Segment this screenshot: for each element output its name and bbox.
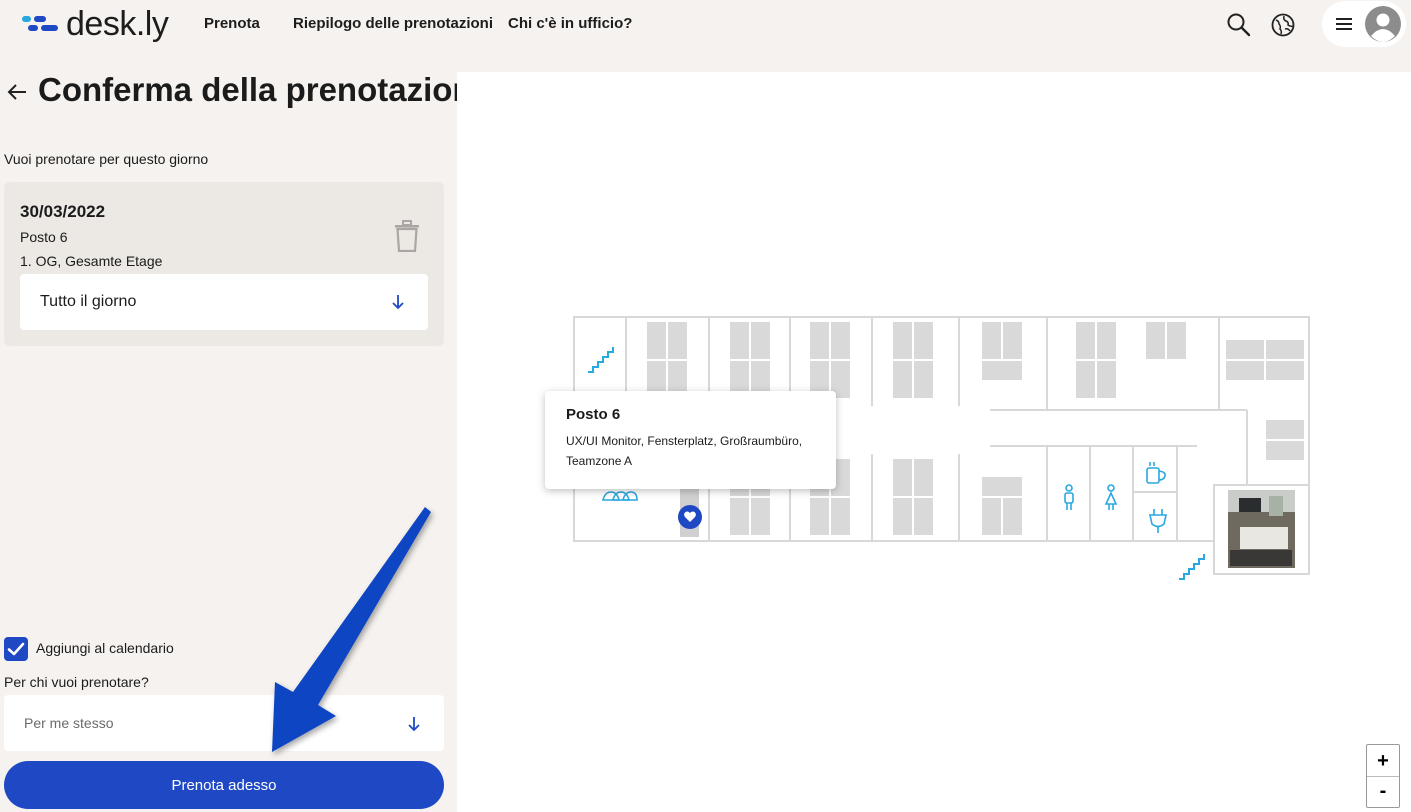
time-select-value: Tutto il giorno: [40, 293, 137, 310]
zoom-in-button[interactable]: +: [1367, 746, 1399, 776]
booking-seat: Posto 6: [20, 229, 68, 245]
search-icon[interactable]: [1226, 12, 1252, 38]
avatar-icon: [1365, 6, 1401, 42]
user-menu-button[interactable]: [1322, 1, 1406, 47]
back-arrow-icon[interactable]: [6, 82, 28, 102]
calendar-label: Aggiungi al calendario: [36, 640, 174, 656]
booking-date: 30/03/2022: [20, 202, 106, 221]
globe-icon[interactable]: [1270, 12, 1296, 38]
calendar-checkbox[interactable]: [4, 637, 28, 661]
person-select[interactable]: Per me stesso: [4, 695, 444, 751]
stairs-icon: [1179, 554, 1205, 580]
seat-tooltip: Posto 6 UX/UI Monitor, Fensterplatz, Gro…: [545, 391, 836, 489]
logo[interactable]: desk.ly: [22, 4, 169, 44]
person-select-placeholder: Per me stesso: [24, 715, 114, 731]
nav-riepilogo[interactable]: Riepilogo delle prenotazioni: [293, 15, 493, 32]
book-now-button[interactable]: Prenota adesso: [4, 761, 444, 809]
logo-text: desk.ly: [66, 4, 169, 43]
logo-mark-icon: [22, 14, 62, 34]
nav-prenota[interactable]: Prenota: [204, 15, 260, 32]
nav-chi-in-ufficio[interactable]: Chi c'è in ufficio?: [508, 15, 632, 32]
zoom-out-button[interactable]: -: [1367, 776, 1399, 806]
tooltip-title: Posto 6: [566, 406, 621, 423]
booking-floor: 1. OG, Gesamte Etage: [20, 253, 163, 269]
menu-icon: [1336, 18, 1352, 30]
booking-card: 30/03/2022 Posto 6 1. OG, Gesamte Etage …: [4, 182, 444, 346]
top-bar: desk.ly Prenota Riepilogo delle prenotaz…: [0, 0, 1411, 52]
tooltip-description: UX/UI Monitor, Fensterplatz, Großraumbür…: [566, 434, 803, 468]
booking-subtitle: Vuoi prenotare per questo giorno: [4, 151, 209, 167]
check-icon: [7, 642, 25, 656]
for-whom-label: Per chi vuoi prenotare?: [4, 674, 149, 690]
team-icon: [601, 491, 638, 501]
coffee-icon: [1146, 462, 1166, 484]
stairs-icon: [588, 347, 614, 373]
time-select[interactable]: Tutto il giorno: [20, 274, 428, 330]
room-photo: [1228, 490, 1295, 568]
restroom-women-icon: [1104, 484, 1118, 510]
page-title: Conferma della prenotazione: [38, 71, 491, 108]
trash-icon[interactable]: [394, 220, 420, 252]
restroom-men-icon: [1064, 484, 1074, 510]
power-plug-icon: [1149, 509, 1167, 533]
arrow-down-icon: [392, 295, 404, 310]
arrow-down-icon: [408, 717, 420, 732]
zoom-control: + -: [1366, 744, 1400, 808]
